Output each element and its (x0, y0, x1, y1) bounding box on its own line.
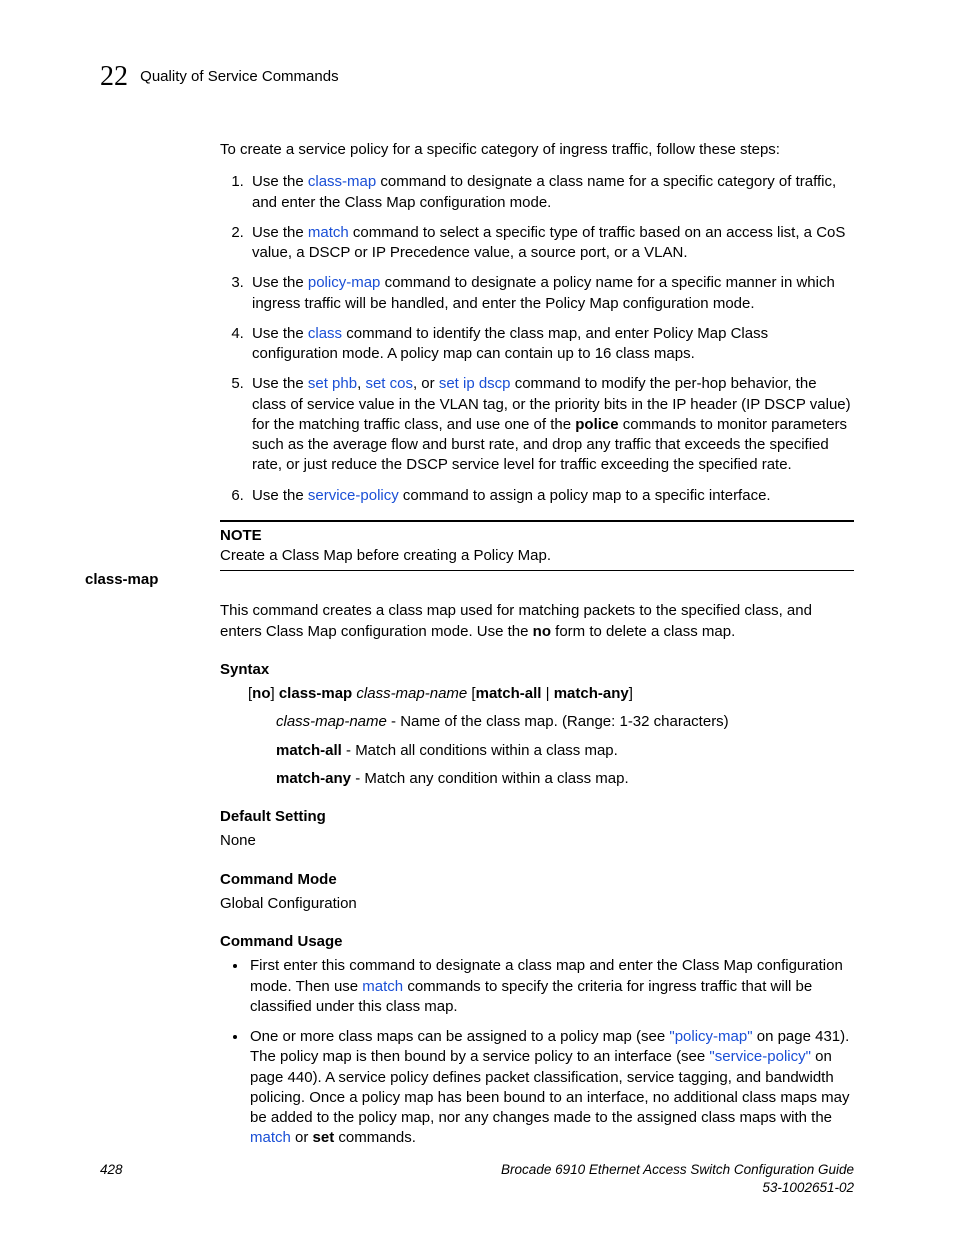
step-6: Use the service-policy command to assign… (248, 486, 854, 506)
chapter-title: Quality of Service Commands (140, 67, 338, 87)
page-number: 428 (100, 1161, 123, 1179)
text-fragment: match-any (276, 770, 351, 787)
page-footer: 428 Brocade 6910 Ethernet Access Switch … (100, 1161, 854, 1197)
note-label: NOTE (220, 526, 854, 546)
steps-list: Use the class-map command to designate a… (220, 172, 854, 506)
command-mode-text: Global Configuration (220, 894, 854, 914)
default-setting-heading: Default Setting (220, 807, 854, 827)
syntax-line: [no] class-map class-map-name [match-all… (248, 684, 854, 704)
chapter-number: 22 (100, 58, 128, 96)
service-policy-link[interactable]: service-policy (308, 487, 399, 504)
step-1: Use the class-map command to designate a… (248, 172, 854, 213)
service-policy-crossref-link[interactable]: "service-policy" (709, 1048, 811, 1065)
usage-list: First enter this command to designate a … (220, 956, 854, 1148)
intro-text: To create a service policy for a specifi… (220, 140, 854, 160)
text-fragment: - Name of the class map. (Range: 1-32 ch… (387, 713, 729, 730)
command-usage-heading: Command Usage (220, 932, 854, 952)
text-fragment: - Match any condition within a class map… (351, 770, 629, 787)
text-fragment: Use the (252, 274, 308, 291)
set-ip-dscp-link[interactable]: set ip dscp (439, 375, 511, 392)
step-4: Use the class command to identify the cl… (248, 324, 854, 365)
page-header: 22 Quality of Service Commands (100, 58, 854, 96)
note-text: Create a Class Map before creating a Pol… (220, 546, 854, 566)
usage-item-1: First enter this command to designate a … (248, 956, 854, 1017)
step-3: Use the policy-map command to designate … (248, 273, 854, 314)
text-fragment: no (252, 685, 270, 702)
no-bold: no (533, 623, 551, 640)
text-fragment: | (541, 685, 553, 702)
text-fragment: class-map-name (356, 685, 467, 702)
command-mode-heading: Command Mode (220, 870, 854, 890)
text-fragment: class-map (279, 685, 352, 702)
text-fragment: commands. (334, 1129, 416, 1146)
step-5: Use the set phb, set cos, or set ip dscp… (248, 374, 854, 475)
text-fragment: match-all (476, 685, 542, 702)
text-fragment: Use the (252, 173, 308, 190)
text-fragment: Use the (252, 375, 308, 392)
main-content: To create a service policy for a specifi… (220, 140, 854, 1163)
text-fragment: match-all (276, 742, 342, 759)
class-link[interactable]: class (308, 325, 342, 342)
set-cos-link[interactable]: set cos (365, 375, 413, 392)
default-setting-text: None (220, 831, 854, 851)
policy-map-crossref-link[interactable]: "policy-map" (669, 1028, 752, 1045)
match-link[interactable]: match (308, 224, 349, 241)
text-fragment: Use the (252, 224, 308, 241)
set-phb-link[interactable]: set phb (308, 375, 357, 392)
usage-item-2: One or more class maps can be assigned t… (248, 1027, 854, 1149)
text-fragment: form to delete a class map. (551, 623, 735, 640)
class-map-link[interactable]: class-map (308, 173, 376, 190)
match-link-usage[interactable]: match (362, 978, 403, 995)
footer-guide-title: Brocade 6910 Ethernet Access Switch Conf… (501, 1161, 854, 1179)
match-link-usage2[interactable]: match (250, 1129, 291, 1146)
text-fragment: [ (467, 685, 475, 702)
policy-map-link[interactable]: policy-map (308, 274, 381, 291)
text-fragment: command to assign a policy map to a spec… (399, 487, 771, 504)
text-fragment: - Match all conditions within a class ma… (342, 742, 618, 759)
command-description: This command creates a class map used fo… (220, 601, 854, 642)
text-fragment: ] (271, 685, 279, 702)
param-class-map-name: class-map-name - Name of the class map. … (276, 712, 854, 732)
text-fragment: class-map-name (276, 713, 387, 730)
step-2: Use the match command to select a specif… (248, 223, 854, 264)
param-match-any: match-any - Match any condition within a… (276, 769, 854, 789)
param-match-all: match-all - Match all conditions within … (276, 741, 854, 761)
text-fragment: One or more class maps can be assigned t… (250, 1028, 669, 1045)
note-block: NOTE Create a Class Map before creating … (220, 520, 854, 572)
text-fragment: Use the (252, 325, 308, 342)
text-fragment: or (291, 1129, 313, 1146)
syntax-heading: Syntax (220, 660, 854, 680)
text-fragment: Use the (252, 487, 308, 504)
text-fragment: ] (629, 685, 633, 702)
command-name-sidebar: class-map (85, 570, 158, 590)
footer-doc-number: 53-1002651-02 (501, 1179, 854, 1197)
text-fragment: match-any (554, 685, 629, 702)
set-bold: set (313, 1129, 335, 1146)
police-bold: police (575, 416, 618, 433)
text-fragment: , or (413, 375, 439, 392)
